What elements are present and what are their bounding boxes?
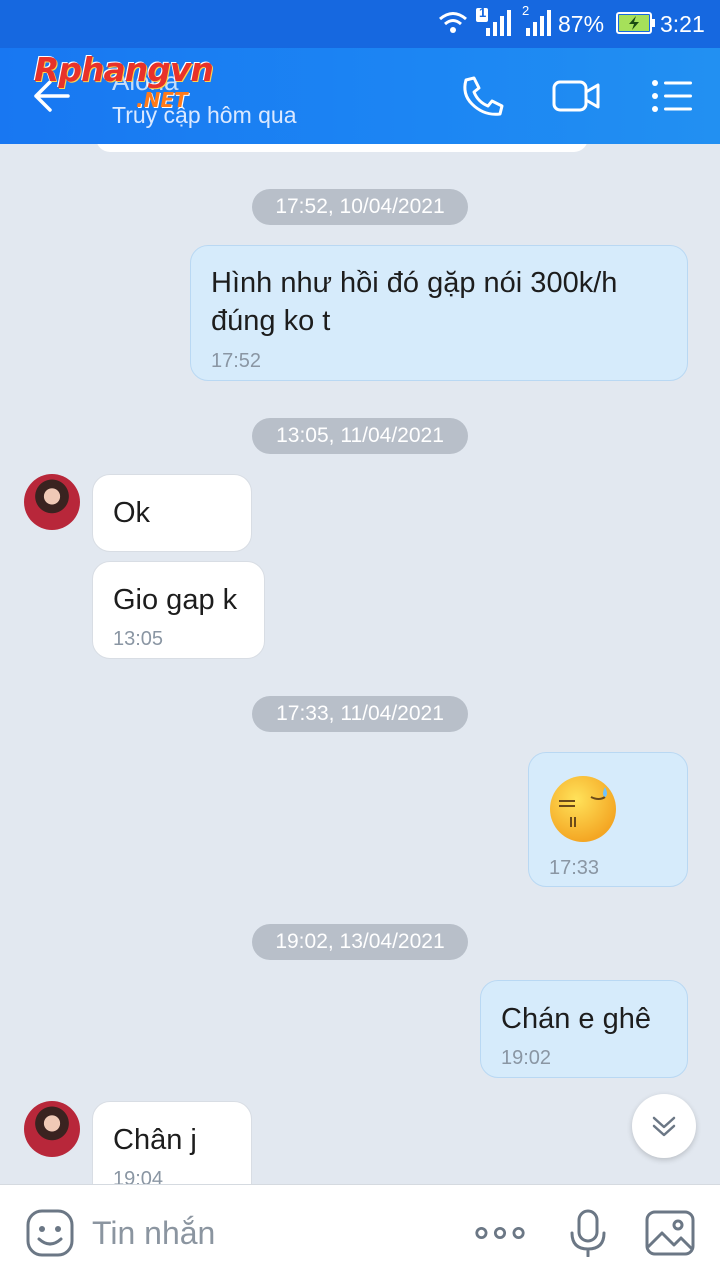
battery-charging-icon <box>616 12 655 34</box>
outgoing-message[interactable]: Hình như hồi đó gặp nói 300k/h đúng ko t… <box>190 245 688 381</box>
message-text: Hình như hồi đó gặp nói 300k/h <box>211 267 618 299</box>
sweat-face-emoji-icon <box>550 776 616 842</box>
scroll-to-bottom-button[interactable] <box>632 1094 696 1158</box>
contact-avatar[interactable] <box>24 1101 80 1157</box>
message-time: 17:33 <box>549 857 600 879</box>
sticker-emoji-icon[interactable] <box>24 1209 76 1257</box>
message-text: Chán e ghê <box>501 1003 651 1035</box>
message-input[interactable]: Tin nhắn <box>92 1215 215 1252</box>
message-list[interactable]: 17:52, 10/04/2021 Hình như hồi đó gặp nó… <box>0 144 720 1184</box>
incoming-message[interactable]: Chân j 19:04 <box>92 1101 252 1184</box>
outgoing-sticker-message[interactable]: 17:33 <box>528 752 688 887</box>
microphone-icon[interactable] <box>562 1209 614 1257</box>
message-time: 17:52 <box>211 350 262 372</box>
message-time: 13:05 <box>113 628 164 650</box>
battery-percent: 87% <box>558 11 605 37</box>
message-text: đúng ko t <box>211 305 331 337</box>
message-time: 19:04 <box>113 1168 164 1184</box>
double-chevron-down-icon <box>652 1116 676 1137</box>
video-call-icon[interactable] <box>552 74 600 118</box>
more-options-icon[interactable] <box>474 1209 526 1257</box>
previous-message-bubble <box>96 144 588 152</box>
clock: 3:21 <box>660 11 705 37</box>
message-time: 19:02 <box>501 1047 552 1069</box>
wifi-icon <box>439 12 467 33</box>
sim2-badge: 2 <box>522 3 530 18</box>
sim1-badge: 1 <box>479 5 487 20</box>
image-gallery-icon[interactable] <box>644 1209 696 1257</box>
status-bar: 1 2 87% 3:21 <box>0 0 720 48</box>
message-text: Ok <box>113 497 151 529</box>
message-input-bar: Tin nhắn <box>0 1184 720 1280</box>
phone-call-icon[interactable] <box>458 74 506 118</box>
message-text: Gio gap k <box>113 584 238 616</box>
date-separator: 17:33, 11/04/2021 <box>252 696 468 732</box>
date-separator: 17:52, 10/04/2021 <box>252 189 468 225</box>
incoming-message[interactable]: Gio gap k 13:05 <box>92 561 265 659</box>
date-separator: 19:02, 13/04/2021 <box>252 924 468 960</box>
chat-header: Aloha Truy cập hôm qua Rphangvn .NET <box>0 48 720 144</box>
watermark-logo-suffix: .NET <box>136 88 188 112</box>
outgoing-message[interactable]: Chán e ghê 19:02 <box>480 980 688 1078</box>
watermark-logo: Rphangvn <box>34 50 214 89</box>
date-separator: 13:05, 11/04/2021 <box>252 418 468 454</box>
menu-list-icon[interactable] <box>648 74 696 118</box>
incoming-message[interactable]: Ok <box>92 474 252 552</box>
contact-avatar[interactable] <box>24 474 80 530</box>
message-text: Chân j <box>113 1124 197 1156</box>
